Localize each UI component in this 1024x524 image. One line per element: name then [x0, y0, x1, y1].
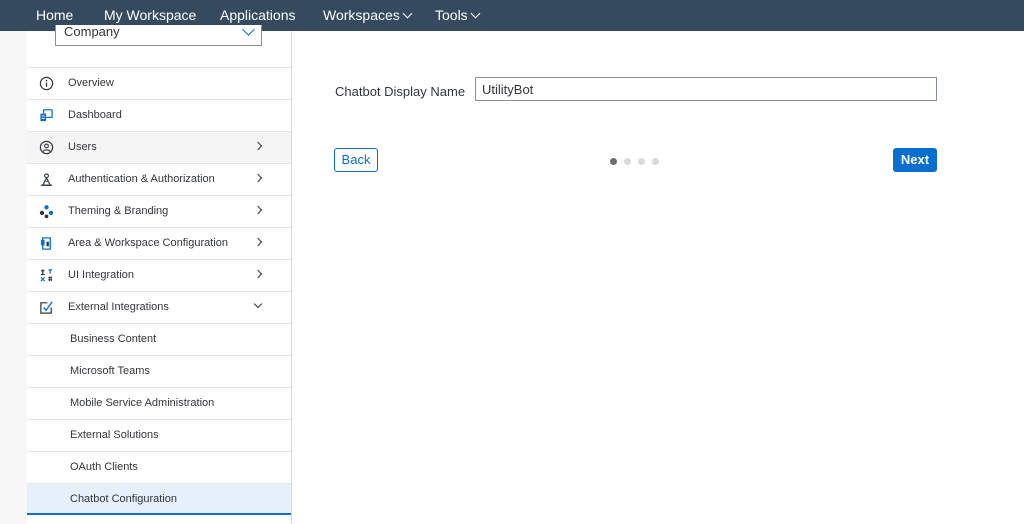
sidebar-item-authentication[interactable]: Authentication & Authorization: [27, 163, 291, 195]
step-dot-active: [610, 158, 617, 165]
chevron-right-icon: [253, 205, 263, 215]
sidebar-item-overview[interactable]: Overview: [27, 67, 291, 99]
sidebar-item-label: UI Integration: [68, 269, 135, 281]
sidebar-item-label: Area & Workspace Configuration: [68, 237, 228, 249]
sidebar-item-label: Theming & Branding: [68, 205, 169, 217]
chatbot-display-name-label: Chatbot Display Name: [335, 84, 466, 99]
sidebar-item-workspace-config[interactable]: Area & Workspace Configuration: [27, 227, 291, 259]
scope-select[interactable]: Company: [55, 23, 262, 46]
sidebar: Company Overview Dashboard Users Authent…: [27, 23, 292, 524]
sidebar-subitem-business-content[interactable]: Business Content: [27, 323, 291, 355]
sidebar-item-label: Overview: [68, 77, 114, 89]
sidebar-item-label: External Integrations: [68, 301, 169, 313]
left-gutter: [0, 31, 27, 524]
authentication-icon: [40, 173, 53, 186]
sidebar-subitem-oauth-clients[interactable]: OAuth Clients: [27, 451, 291, 483]
workspace-config-icon: [40, 237, 51, 250]
scope-select-value: Company: [64, 24, 120, 39]
chevron-right-icon: [253, 141, 263, 151]
chevron-right-icon: [253, 173, 263, 183]
sidebar-subitem-label: Mobile Service Administration: [70, 397, 215, 409]
sidebar-item-label: Authentication & Authorization: [68, 173, 215, 185]
nav-tools[interactable]: Tools: [435, 0, 481, 31]
sidebar-item-theming[interactable]: Theming & Branding: [27, 195, 291, 227]
ui-integration-icon: [40, 269, 53, 282]
sidebar-subitem-label: External Solutions: [70, 429, 159, 441]
step-dot: [638, 158, 645, 165]
user-icon: [39, 140, 54, 155]
nav-workspaces[interactable]: Workspaces: [323, 0, 413, 31]
back-button[interactable]: Back: [334, 148, 378, 172]
sidebar-subitem-label: OAuth Clients: [70, 461, 138, 473]
chevron-down-icon: [253, 299, 263, 309]
chevron-down-icon: [402, 8, 413, 19]
sidebar-item-label: Dashboard: [68, 109, 122, 121]
step-dot: [652, 158, 659, 165]
sidebar-item-dashboard[interactable]: Dashboard: [27, 99, 291, 131]
sidebar-item-ui-integration[interactable]: UI Integration: [27, 259, 291, 291]
dashboard-icon: [40, 109, 53, 122]
sidebar-subitem-label: Microsoft Teams: [70, 365, 150, 377]
chevron-right-icon: [253, 269, 263, 279]
sidebar-subitem-label: Business Content: [70, 333, 157, 345]
chevron-down-icon: [242, 23, 255, 36]
sidebar-subitem-external-solutions[interactable]: External Solutions: [27, 419, 291, 451]
step-dot: [624, 158, 631, 165]
chatbot-display-name-input[interactable]: [475, 77, 937, 101]
chevron-right-icon: [253, 237, 263, 247]
sidebar-item-external-integrations[interactable]: External Integrations: [27, 291, 291, 323]
sidebar-subitem-label: Chatbot Configuration: [70, 493, 178, 505]
sidebar-item-users[interactable]: Users: [27, 131, 291, 163]
info-icon: [39, 76, 54, 91]
next-button[interactable]: Next: [893, 148, 937, 172]
sidebar-subitem-mobile-service-admin[interactable]: Mobile Service Administration: [27, 387, 291, 419]
sidebar-subitem-chatbot-configuration[interactable]: Chatbot Configuration: [27, 483, 291, 515]
main-content: Chatbot Display Name Back Next: [292, 31, 1024, 524]
theming-icon: [39, 205, 54, 219]
chevron-down-icon: [470, 8, 481, 19]
sidebar-item-label: Users: [68, 141, 97, 153]
external-integrations-icon: [40, 301, 53, 314]
sidebar-subitem-microsoft-teams[interactable]: Microsoft Teams: [27, 355, 291, 387]
